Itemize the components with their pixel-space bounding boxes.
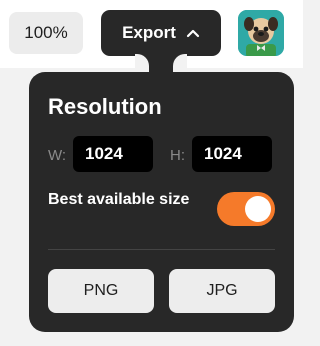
export-settings-panel: Resolution W: 1024 H: 1024 Best availabl…	[29, 72, 294, 332]
best-size-toggle[interactable]	[217, 192, 275, 226]
png-button[interactable]: PNG	[48, 269, 154, 313]
divider	[48, 249, 275, 250]
pug-avatar-icon	[238, 10, 284, 56]
chevron-up-icon	[186, 28, 200, 38]
export-button-label: Export	[122, 23, 176, 42]
jpg-button[interactable]: JPG	[169, 269, 275, 313]
user-avatar[interactable]	[238, 10, 284, 56]
width-label: W:	[48, 147, 67, 164]
width-input[interactable]: 1024	[73, 136, 153, 172]
toggle-knob	[245, 196, 271, 222]
zoom-level-button[interactable]: 100%	[9, 12, 83, 54]
resolution-heading: Resolution	[48, 94, 162, 119]
export-button[interactable]: Export	[101, 10, 221, 56]
height-input[interactable]: 1024	[192, 136, 272, 172]
best-size-label: Best available size	[48, 191, 190, 208]
height-label: H:	[170, 147, 185, 164]
